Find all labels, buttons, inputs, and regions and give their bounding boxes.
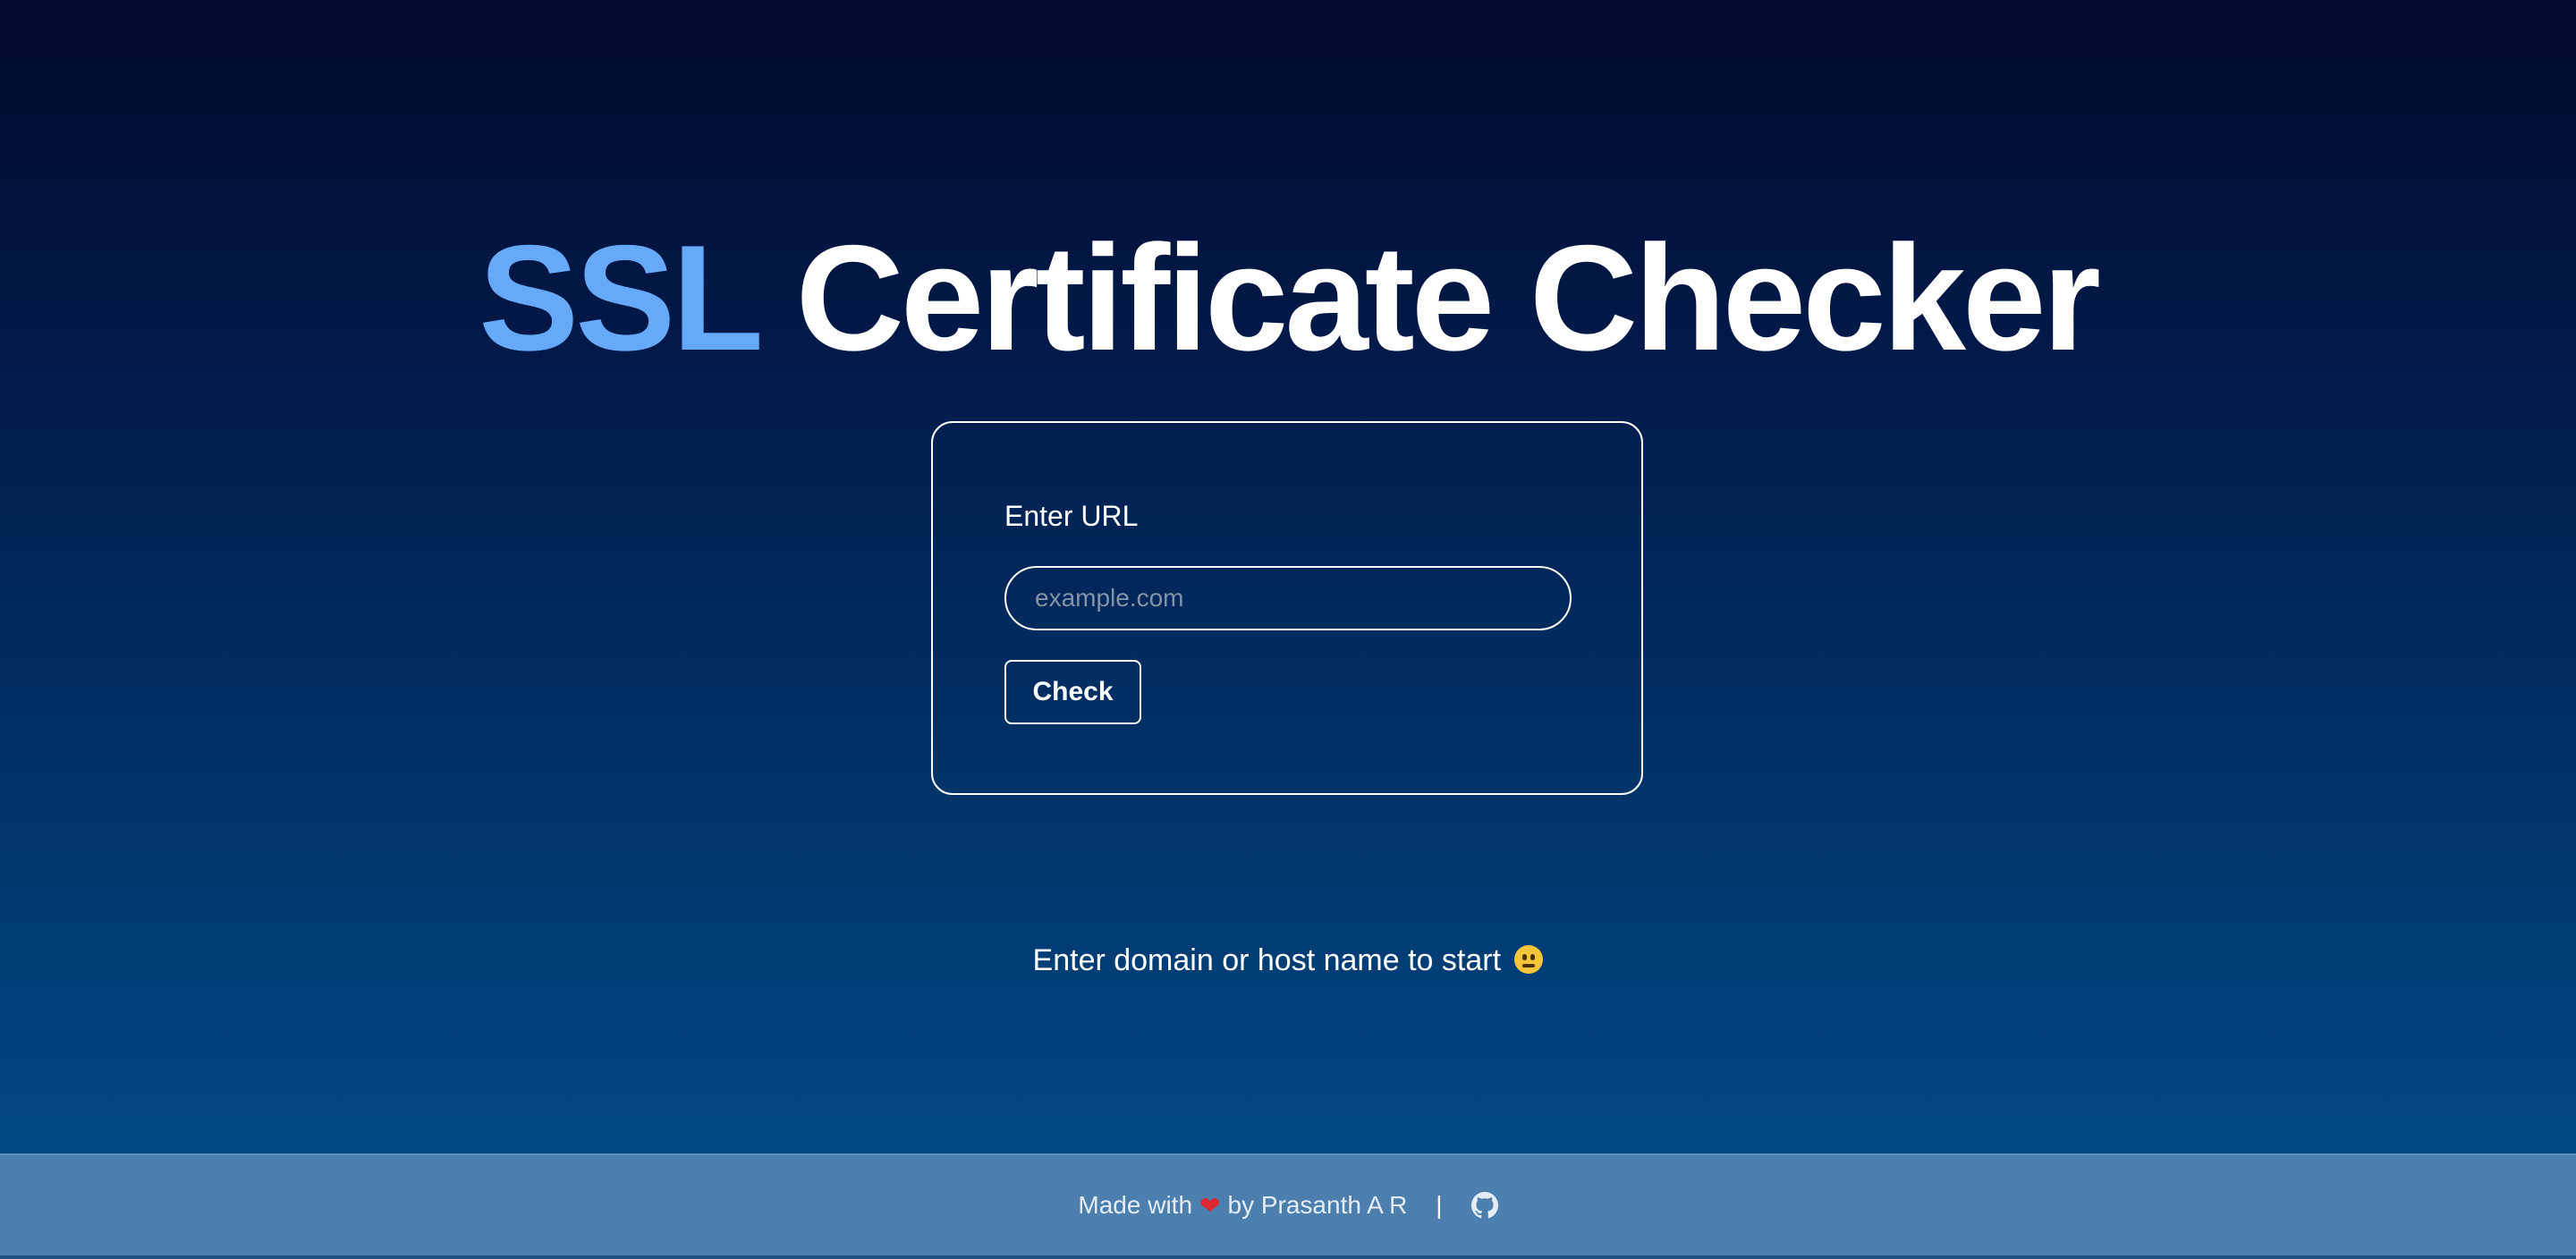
start-hint: Enter domain or host name to start <box>0 939 2576 982</box>
footer: Made with ❤ by Prasanth A R | <box>0 1153 2576 1259</box>
heart-icon: ❤ <box>1199 1190 1221 1221</box>
github-icon[interactable] <box>1470 1192 1498 1219</box>
start-hint-text: Enter domain or host name to start <box>1032 943 1502 977</box>
footer-made-with: Made with <box>1078 1191 1193 1219</box>
page-title: SSL Certificate Checker <box>0 208 2576 387</box>
page-title-accent: SSL <box>479 213 761 382</box>
neutral-face-emoji-icon <box>1514 945 1544 974</box>
footer-author: by Prasanth A R <box>1227 1191 1408 1219</box>
url-form-card: Enter URL Check <box>931 421 1643 795</box>
check-button[interactable]: Check <box>1004 660 1141 724</box>
page-title-rest: Certificate Checker <box>795 213 2101 382</box>
footer-separator: | <box>1436 1191 1443 1219</box>
url-input[interactable] <box>1004 566 1572 630</box>
url-label: Enter URL <box>1004 500 1139 532</box>
